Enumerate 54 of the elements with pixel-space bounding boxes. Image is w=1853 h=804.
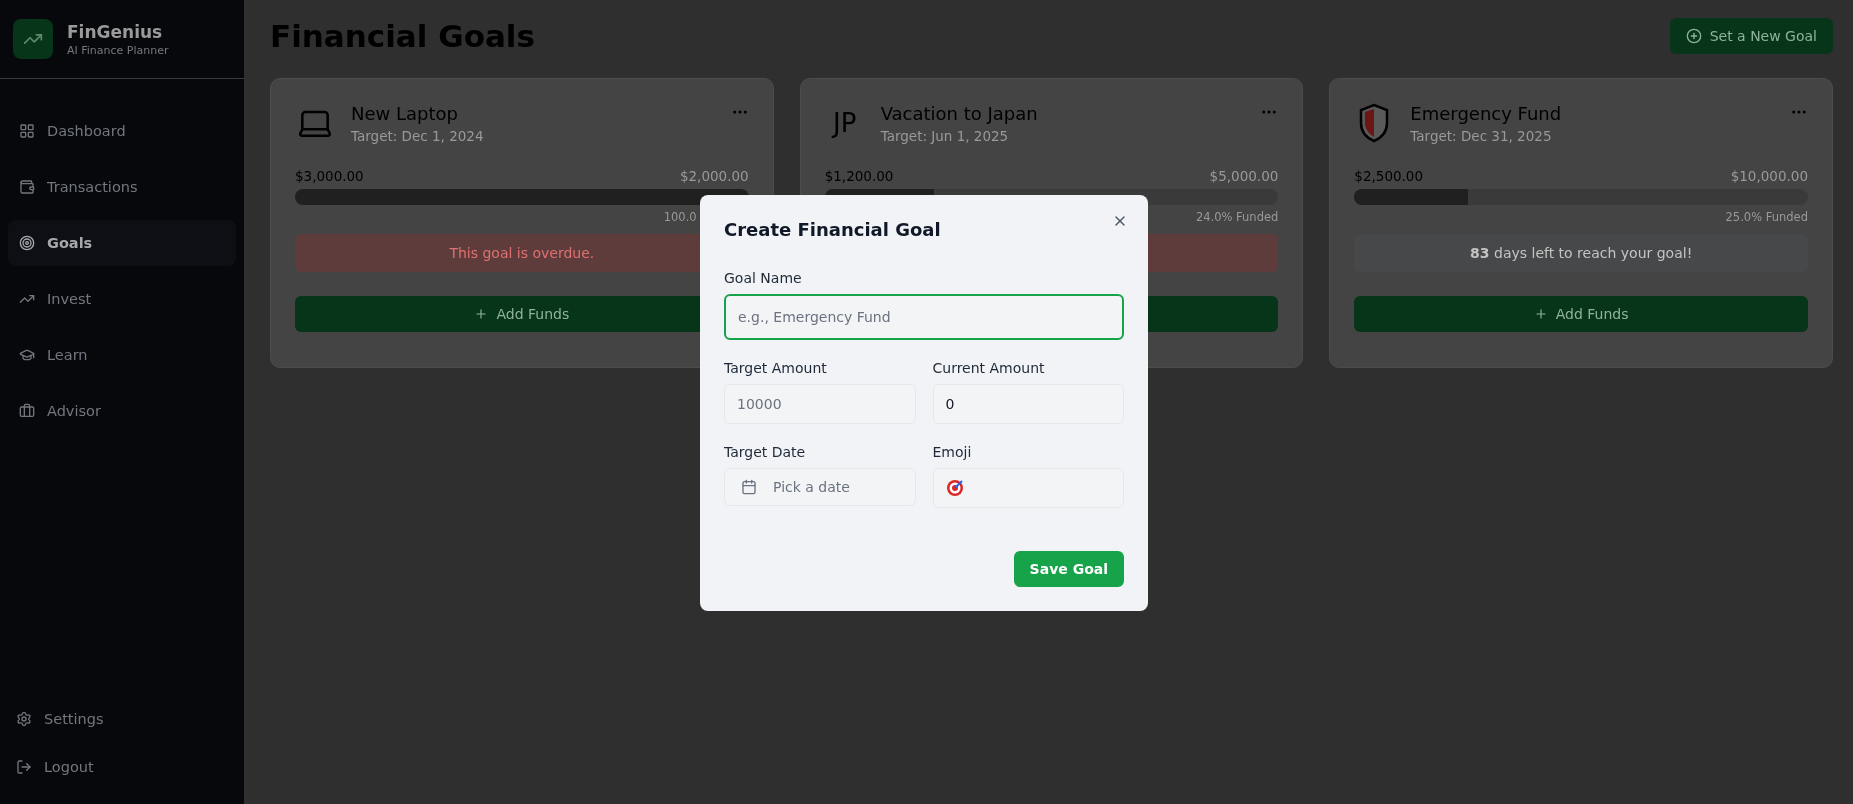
brand-tagline: AI Finance Planner xyxy=(67,43,169,57)
date-picker[interactable]: Pick a date xyxy=(724,468,916,506)
goal-amount: $10,000.00 xyxy=(1730,168,1808,184)
field-label: Target Amount xyxy=(724,360,828,376)
current-amount: $1,200.00 xyxy=(824,168,894,184)
field-label: Current Amount xyxy=(932,360,1046,376)
funded-percent: 24.0% Funded xyxy=(1195,210,1279,224)
plus-icon xyxy=(1533,307,1548,321)
emoji-field[interactable] xyxy=(932,468,1124,508)
funded-percent: 100.0 xyxy=(663,210,697,224)
calendar-icon xyxy=(741,479,757,495)
input-field[interactable]: 0 xyxy=(932,384,1124,424)
brand-name: FinGenius xyxy=(67,21,164,42)
logout-icon xyxy=(16,759,32,775)
plus-icon xyxy=(474,307,489,321)
goal-title: Vacation to Japan xyxy=(880,103,1038,124)
goal-title: Emergency Fund xyxy=(1410,103,1562,124)
status-message: 83 days left to reach your goal! xyxy=(1470,245,1693,261)
status-message: This goal is overdue. xyxy=(449,245,595,261)
wallet-icon xyxy=(19,179,35,195)
goal-target-date: Target: Dec 1, 2024 xyxy=(351,128,484,144)
graduation-cap-icon xyxy=(19,347,35,363)
nav-item[interactable]: Goals xyxy=(8,220,236,266)
nav-item[interactable]: Settings xyxy=(16,704,228,734)
goal-target-date: Target: Dec 31, 2025 xyxy=(1410,128,1553,144)
goal-target-date: Target: Jun 1, 2025 xyxy=(880,128,1010,144)
plus-circle-icon xyxy=(1685,28,1702,44)
target-icon xyxy=(945,479,964,497)
briefcase-icon xyxy=(19,403,35,419)
new-goal-button[interactable]: Set a New Goal xyxy=(1669,18,1833,54)
nav-item[interactable]: Learn xyxy=(8,332,236,378)
nav-item[interactable]: Dashboard xyxy=(8,108,236,154)
add-funds-button[interactable]: Add Funds xyxy=(1354,296,1808,332)
shield-icon xyxy=(1358,103,1391,143)
field-label: Emoji xyxy=(932,444,973,460)
goal-amount: $2,000.00 xyxy=(679,168,749,184)
goal-amount: $5,000.00 xyxy=(1209,168,1279,184)
field-label: Goal Name xyxy=(724,270,803,286)
settings-icon xyxy=(16,711,32,727)
target-icon xyxy=(19,235,35,251)
save-goal-button[interactable]: Save Goal xyxy=(1013,551,1124,587)
nav-item[interactable]: Advisor xyxy=(8,388,236,434)
field-label: Target Date xyxy=(724,444,807,460)
grid-icon xyxy=(19,123,35,139)
nav-item[interactable]: Invest xyxy=(8,276,236,322)
current-amount: $3,000.00 xyxy=(295,168,364,184)
flag-text: JP xyxy=(830,107,858,140)
input-field[interactable]: e.g., Emergency Fund xyxy=(724,294,1124,340)
funded-percent: 25.0% Funded xyxy=(1725,210,1808,224)
nav-item[interactable]: Logout xyxy=(16,752,228,782)
dialog-title: Create Financial Goal xyxy=(724,219,942,240)
goal-title: New Laptop xyxy=(351,103,459,124)
current-amount: $2,500.00 xyxy=(1354,168,1424,184)
nav-item[interactable]: Transactions xyxy=(8,164,236,210)
